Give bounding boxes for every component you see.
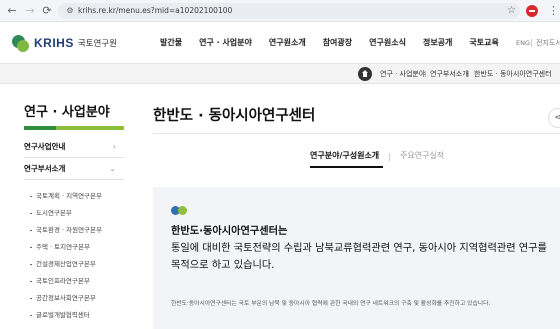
divider	[425, 71, 426, 77]
intro-line: 한반도·동아시아연구센터는	[171, 226, 288, 237]
nav-news[interactable]: 연구원소식	[369, 22, 406, 64]
divider	[389, 153, 390, 161]
decorative-dots-icon	[171, 206, 191, 216]
sidebar-submenu: 국토계획 · 지역연구본부 도시연구본부 국토환경 · 자원연구본부 주택 · …	[24, 188, 124, 324]
breadcrumb-item[interactable]: 연구 · 사업분야	[380, 64, 425, 84]
nav-publications[interactable]: 발간물	[160, 22, 182, 64]
breadcrumb-item[interactable]: 한반도 · 동아시아연구센터	[474, 64, 552, 84]
logo-mark-icon	[11, 34, 30, 53]
share-icon[interactable]: ⋖	[548, 108, 560, 128]
nav-disclosure[interactable]: 정보공개	[423, 22, 452, 64]
bookmark-star-icon[interactable]: ☆	[507, 3, 516, 19]
divider	[468, 71, 469, 77]
intro-line: 목적으로 하고 있습니다.	[171, 260, 275, 271]
tab-research-members[interactable]: 연구분야/구성원소개	[310, 149, 379, 163]
logo-text: KRIHS	[34, 36, 74, 50]
sidebar-subitem[interactable]: 글로벌개발협력센터	[24, 307, 124, 324]
breadcrumb: 연구 · 사업분야 연구부서소개 한반도 · 동아시아연구센터	[0, 64, 560, 84]
sidebar-subitem[interactable]: 국토환경 · 자원연구본부	[24, 222, 124, 239]
divider	[531, 39, 532, 47]
sidebar-subitem[interactable]: 건설경제산업연구본부	[24, 256, 124, 273]
chevron-right-icon: ›	[112, 142, 116, 151]
extension-icon[interactable]	[526, 5, 538, 17]
reload-icon[interactable]: ⟳	[39, 3, 55, 19]
site-info-icon[interactable]: ⚙	[64, 5, 76, 17]
sidebar-item-label: 연구사업안내	[24, 142, 66, 151]
url-text: krihs.re.kr/menu.es?mid=a10202100100	[78, 6, 233, 15]
sidebar-subitem[interactable]: 공간정보사회연구본부	[24, 290, 124, 307]
sidebar-item-departments[interactable]: 연구부서소개 ⌄	[24, 158, 124, 180]
page-title: 한반도 · 동아시아연구센터	[153, 108, 316, 124]
nav-education[interactable]: 국토교육	[469, 22, 498, 64]
nav-participation[interactable]: 참여광장	[323, 22, 352, 64]
sidebar-item-label: 연구부서소개	[24, 164, 66, 173]
intro-box: 한반도·동아시아연구센터는 통일에 대비한 국토전략의 수립과 남북교류협력관련…	[153, 187, 560, 329]
main-navigation: 발간물 연구 · 사업분야 연구원소개 참여광장 연구원소식 정보공개 국토교육	[160, 22, 516, 64]
site-logo[interactable]: KRIHS 국토연구원	[11, 33, 117, 53]
intro-text: 한반도·동아시아연구센터는 통일에 대비한 국토전략의 수립과 남북교류협력관련…	[171, 223, 560, 274]
sidebar-accent-bar	[24, 126, 124, 130]
arrow-left-icon[interactable]: ←	[4, 3, 20, 19]
arrow-right-icon[interactable]: →	[22, 3, 38, 19]
home-icon[interactable]	[358, 67, 372, 81]
language-switch[interactable]: ENG	[516, 22, 530, 64]
sidebar: 연구 · 사업분야 연구사업안내 › 연구부서소개 ⌄ 국토계획 · 지역연구본…	[24, 100, 124, 324]
logo-subtitle: 국토연구원	[77, 39, 117, 49]
divider	[153, 133, 560, 134]
nav-research-fields[interactable]: 연구 · 사업분야	[199, 22, 252, 64]
sidebar-subitem[interactable]: 국토인프라연구본부	[24, 273, 124, 290]
chevron-down-icon: ⌄	[109, 164, 116, 173]
tab-main-achievements[interactable]: 주요연구실적	[400, 149, 444, 163]
sidebar-title: 연구 · 사업분야	[24, 105, 110, 120]
intro-line: 통일에 대비한 국토전략의 수립과 남북교류협력관련 연구, 동아시아 지역협력…	[171, 243, 547, 254]
sidebar-subitem[interactable]: 주택 · 토지연구본부	[24, 239, 124, 256]
breadcrumb-item[interactable]: 연구부서소개	[430, 64, 469, 84]
site-header: KRIHS 국토연구원 발간물 연구 · 사업분야 연구원소개 참여광장 연구원…	[0, 22, 560, 64]
sidebar-subitem[interactable]: 도시연구본부	[24, 205, 124, 222]
nav-about[interactable]: 연구원소개	[269, 22, 306, 64]
sidebar-item-research-guide[interactable]: 연구사업안내 ›	[24, 136, 124, 158]
description-text: 한반도·동아시아연구센터는 국토 부문의 남북 및 동아시아 협력에 관한 국내…	[171, 301, 491, 307]
browser-menu-icon[interactable]: ⋮	[548, 3, 559, 19]
sidebar-subitem[interactable]: 국토계획 · 지역연구본부	[24, 188, 124, 205]
address-bar[interactable]: ⚙ krihs.re.kr/menu.es?mid=a10202100100 ☆	[58, 3, 520, 19]
browser-toolbar: ← → ⟳ ⚙ krihs.re.kr/menu.es?mid=a1020210…	[0, 0, 560, 22]
sitemap-link[interactable]: 전지도서	[536, 22, 560, 64]
active-tab-underline	[310, 166, 383, 168]
